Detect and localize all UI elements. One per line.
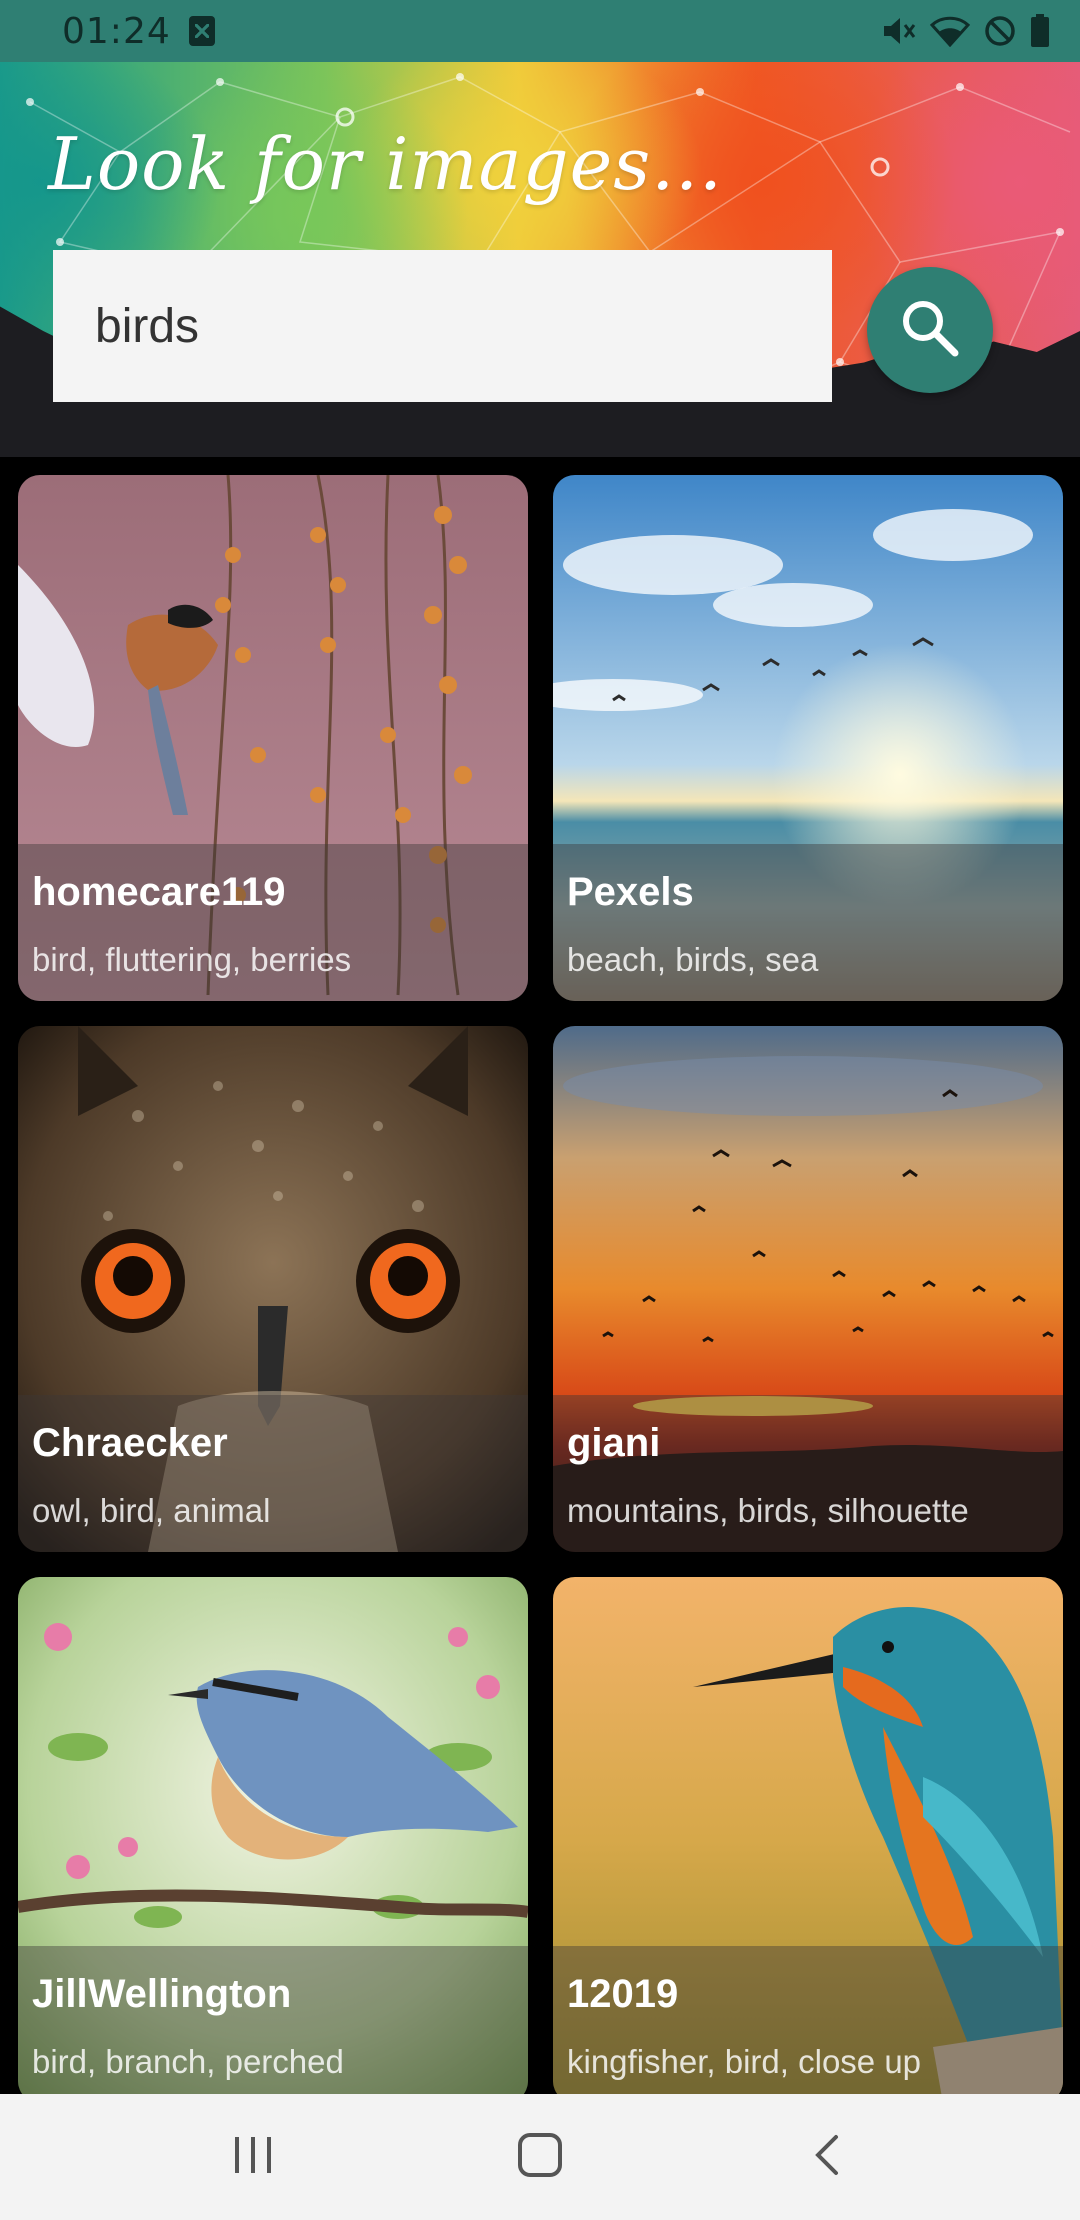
result-card[interactable]: JillWellington bird, branch, perched [18, 1577, 528, 2094]
results-grid: homecare119 bird, fluttering, berries Pe… [0, 457, 1080, 2094]
card-author: 12019 [567, 1972, 679, 2016]
card-author: Pexels [567, 870, 694, 914]
recents-icon [231, 2135, 275, 2180]
result-card[interactable]: homecare119 bird, fluttering, berries [18, 475, 528, 1001]
wifi-icon [930, 15, 970, 47]
search-button[interactable] [867, 267, 993, 393]
home-icon [517, 2132, 563, 2183]
card-tags: bird, branch, perched [32, 2043, 344, 2080]
card-tags: mountains, birds, silhouette [567, 1492, 969, 1529]
status-left: 01:24 [62, 11, 215, 52]
page-title: Look for images... [48, 122, 723, 206]
notification-icon [188, 16, 215, 46]
recents-button[interactable] [208, 2117, 298, 2197]
card-tags: beach, birds, sea [567, 941, 819, 978]
card-author: giani [567, 1421, 661, 1465]
card-author: JillWellington [32, 1972, 292, 2016]
status-bar: 01:24 [0, 0, 1080, 62]
card-author: homecare119 [32, 870, 286, 914]
home-button[interactable] [495, 2117, 585, 2197]
back-button[interactable] [782, 2117, 872, 2197]
system-nav-bar [0, 2094, 1080, 2220]
result-card[interactable]: 12019 kingfisher, bird, close up [553, 1577, 1063, 2094]
mute-icon [882, 15, 916, 47]
card-author: Chraecker [32, 1421, 228, 1465]
search-icon [899, 297, 961, 364]
back-icon [812, 2133, 842, 2182]
card-tags: bird, fluttering, berries [32, 941, 352, 978]
do-not-disturb-icon [984, 15, 1016, 47]
result-card[interactable]: Pexels beach, birds, sea [553, 475, 1063, 1001]
search-input[interactable] [53, 250, 832, 402]
result-card[interactable]: Chraecker owl, bird, animal [18, 1026, 528, 1552]
status-right [882, 14, 1050, 48]
card-tags: owl, bird, animal [32, 1492, 271, 1529]
search-header: Look for images... [0, 62, 1080, 457]
status-time: 01:24 [62, 10, 171, 52]
battery-icon [1030, 14, 1050, 48]
result-card[interactable]: giani mountains, birds, silhouette [553, 1026, 1063, 1552]
card-tags: kingfisher, bird, close up [567, 2043, 922, 2080]
